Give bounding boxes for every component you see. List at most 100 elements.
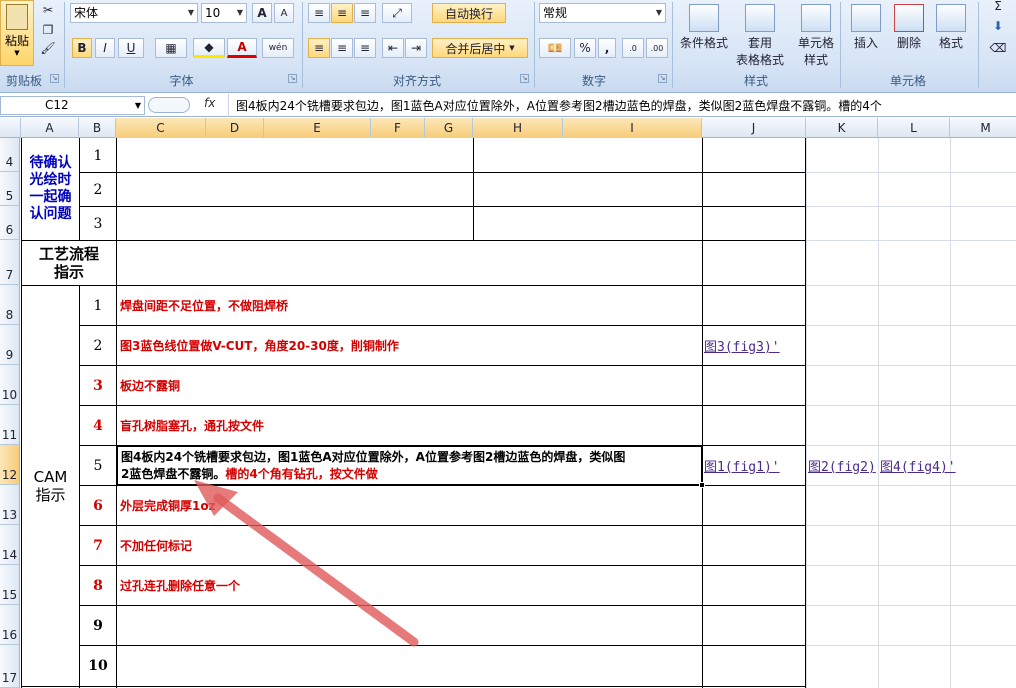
column-header[interactable]: J	[702, 118, 806, 138]
fill-down-icon[interactable]: ⬇	[984, 16, 1012, 36]
cam-item-text[interactable]: 焊盘间距不足位置，不做阻焊桥	[117, 286, 702, 325]
column-header[interactable]: D	[206, 118, 264, 138]
format-icon	[936, 4, 966, 32]
cam-item-number: 2	[93, 337, 103, 354]
autosum-button[interactable]: Σ	[984, 0, 1012, 16]
hyperlink-fig1[interactable]: 图1(fig1)'	[704, 446, 804, 485]
format-as-table-button[interactable]: 套用 表格格式	[732, 0, 788, 70]
hyperlink-fig2[interactable]: 图2(fig2)	[808, 446, 880, 485]
cam-item-number: 7	[93, 537, 103, 554]
orientation-button[interactable]: ⤢	[382, 3, 412, 23]
name-box[interactable]: C12 ▼	[0, 96, 145, 115]
increase-indent-button[interactable]: ⇥	[405, 38, 427, 58]
align-left-button[interactable]: ≡	[308, 38, 330, 58]
italic-button[interactable]: I	[95, 38, 115, 58]
dialog-launcher-icon[interactable]: ↘	[288, 74, 297, 83]
conditional-format-button[interactable]: 条件格式	[676, 0, 732, 70]
format-button[interactable]: 格式	[926, 0, 976, 70]
row-header[interactable]: 4	[0, 138, 20, 172]
column-header[interactable]: F	[371, 118, 425, 138]
row-header[interactable]: 13	[0, 485, 20, 525]
dialog-launcher-icon[interactable]: ↘	[658, 74, 667, 83]
row-header[interactable]: 11	[0, 405, 20, 445]
select-all-corner[interactable]	[0, 118, 21, 138]
grow-font-button[interactable]: A	[252, 3, 272, 23]
row-header[interactable]: 10	[0, 365, 20, 405]
fill-color-button[interactable]: ◆	[193, 38, 225, 58]
confirm-number: 3	[93, 215, 103, 232]
paste-icon	[6, 4, 28, 30]
comma-button[interactable]: ,	[598, 38, 616, 58]
row-header[interactable]: 15	[0, 565, 20, 605]
section-cam-label: CAM指示	[33, 468, 68, 504]
percent-button[interactable]: %	[574, 38, 596, 58]
formula-input[interactable]: 图4板内24个铣槽要求包边，图1蓝色A对应位置除外，A位置参考图2槽边蓝色的焊盘…	[236, 97, 1016, 114]
row-header[interactable]: 6	[0, 206, 20, 240]
align-right-button[interactable]: ≡	[354, 38, 376, 58]
chevron-down-icon: ▼	[134, 101, 141, 110]
decrease-indent-button[interactable]: ⇤	[382, 38, 404, 58]
row-header[interactable]: 5	[0, 172, 20, 206]
chevron-down-icon: ▼	[655, 8, 662, 17]
column-header[interactable]: K	[806, 118, 878, 138]
paste-button[interactable]: 粘贴 ▼	[0, 0, 34, 66]
phonetic-button[interactable]: wén	[262, 38, 294, 58]
chevron-down-icon: ▼	[14, 49, 20, 57]
row-header[interactable]: 9	[0, 325, 20, 365]
column-header[interactable]: L	[878, 118, 950, 138]
align-top-button[interactable]: ≡	[308, 3, 330, 23]
shrink-font-button[interactable]: A	[274, 3, 294, 23]
align-bottom-button[interactable]: ≡	[354, 3, 376, 23]
accounting-format-button[interactable]: 💴	[539, 38, 571, 58]
row-header[interactable]: 8	[0, 285, 20, 325]
align-center-button[interactable]: ≡	[331, 38, 353, 58]
font-size-combo[interactable]: 10 ▼	[201, 3, 247, 23]
decrease-decimal-button[interactable]: .00	[646, 38, 668, 58]
table-format-icon	[745, 4, 775, 32]
section-process-label: 工艺流程指示	[38, 245, 99, 281]
confirm-number: 2	[93, 181, 103, 198]
formula-bar-splitter[interactable]	[148, 97, 190, 113]
column-header[interactable]: B	[79, 118, 116, 138]
bold-button[interactable]: B	[72, 38, 92, 58]
column-header[interactable]: G	[425, 118, 473, 138]
font-color-button[interactable]: A	[227, 38, 257, 58]
border-button[interactable]: ▦	[155, 38, 187, 58]
cam-item-text[interactable]: 图3蓝色线位置做V-CUT，角度20-30度，削铜制作	[117, 326, 702, 365]
copy-icon[interactable]: ❐	[38, 20, 58, 40]
cell-text-line1: 图4板内24个铣槽要求包边，图1蓝色A对应位置除外，A位置参考图2槽边蓝色的焊盘…	[121, 450, 626, 464]
clear-icon[interactable]: ⌫	[984, 38, 1012, 58]
column-header[interactable]: E	[264, 118, 371, 138]
increase-decimal-button[interactable]: .0	[622, 38, 644, 58]
font-name-combo[interactable]: 宋体 ▼	[70, 3, 198, 23]
insert-function-button[interactable]: fx	[204, 96, 215, 110]
row-header[interactable]: 7	[0, 240, 20, 285]
cell-styles-button[interactable]: 单元格 样式	[788, 0, 844, 70]
cam-item-text[interactable]: 盲孔树脂塞孔，通孔按文件	[117, 406, 702, 445]
column-header[interactable]: H	[473, 118, 563, 138]
column-header[interactable]: A	[21, 118, 79, 138]
format-painter-icon[interactable]: 🖌	[38, 38, 58, 58]
dialog-launcher-icon[interactable]: ↘	[520, 74, 529, 83]
column-header[interactable]: M	[950, 118, 1016, 138]
hyperlink-fig4[interactable]: 图4(fig4)'	[880, 446, 970, 485]
row-header[interactable]: 16	[0, 605, 20, 645]
number-format-combo[interactable]: 常规 ▼	[539, 3, 666, 23]
ribbon: 粘贴 ▼ ✂ ❐ 🖌 剪贴板 ↘ 宋体 ▼ 10 ▼ A A B I U ▦ ◆ A…	[0, 0, 1016, 93]
row-header[interactable]: 17	[0, 645, 20, 688]
row-header[interactable]: 14	[0, 525, 20, 565]
cam-item-number: 4	[93, 417, 103, 434]
cut-icon[interactable]: ✂	[38, 0, 58, 20]
wrap-text-button[interactable]: 自动换行	[432, 3, 506, 23]
hyperlink-fig3[interactable]: 图3(fig3)'	[704, 326, 804, 365]
dialog-launcher-icon[interactable]: ↘	[50, 74, 59, 83]
cam-item-number: 5	[93, 457, 103, 474]
column-header[interactable]: C	[116, 118, 206, 138]
column-header[interactable]: I	[563, 118, 702, 138]
cam-item-text[interactable]: 板边不露铜	[117, 366, 702, 405]
row-header[interactable]: 12	[0, 445, 20, 485]
merge-center-button[interactable]: 合并后居中 ▼	[432, 38, 528, 58]
underline-button[interactable]: U	[118, 38, 144, 58]
font-group-label: 字体	[169, 74, 194, 88]
align-middle-button[interactable]: ≡	[331, 3, 353, 23]
